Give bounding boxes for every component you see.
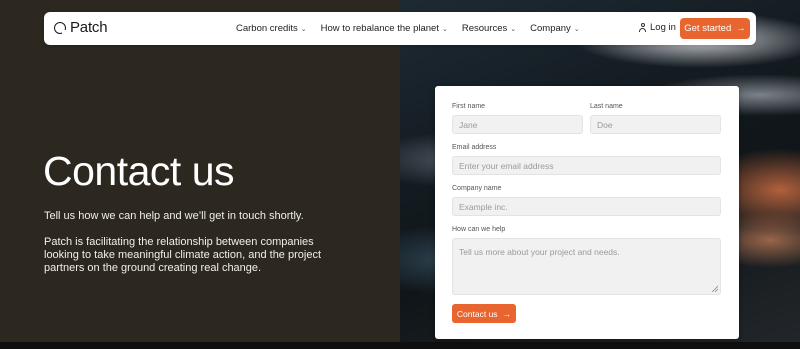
hero-description: Patch is facilitating the relationship b…: [44, 236, 321, 274]
chevron-down-icon: ⌄: [300, 25, 307, 33]
get-started-label: Get started: [684, 23, 732, 34]
brand-name: Patch: [70, 19, 108, 36]
user-icon: [638, 23, 647, 32]
company-field[interactable]: Example inc.: [452, 197, 721, 216]
email-field[interactable]: Enter your email address: [452, 156, 721, 175]
patch-logo-icon: [54, 21, 67, 35]
menu-item-carbon-credits[interactable]: Carbon credits ⌄: [236, 23, 307, 34]
menu-item-resources[interactable]: Resources ⌄: [462, 23, 516, 34]
help-label: How can we help: [452, 226, 506, 233]
page-bottom-edge: [0, 342, 800, 349]
first-name-placeholder: Jane: [459, 119, 478, 130]
last-name-placeholder: Doe: [597, 119, 613, 130]
first-name-label: First name: [452, 103, 486, 110]
help-placeholder: Tell us more about your project and need…: [459, 247, 620, 257]
hero-subtitle: Tell us how we can help and we’ll get in…: [44, 210, 304, 222]
menu-item-label: Resources: [461, 23, 508, 34]
last-name-field[interactable]: Doe: [590, 115, 721, 134]
brand-logo[interactable]: Patch: [54, 19, 108, 36]
chevron-down-icon: ⌄: [441, 25, 448, 33]
arrow-right-icon: →: [736, 23, 746, 34]
menu-item-label: Company: [530, 23, 571, 34]
last-name-label: Last name: [590, 103, 623, 110]
page-title: Contact us: [43, 148, 235, 194]
menu-item-label: How to rebalance the planet: [320, 23, 439, 34]
help-textarea[interactable]: Tell us more about your project and need…: [452, 238, 721, 295]
company-label: Company name: [452, 185, 502, 192]
menu-item-label: Carbon credits: [236, 23, 298, 34]
login-link[interactable]: Log in: [638, 22, 676, 33]
top-navigation: Patch Carbon credits ⌄ How to rebalance …: [44, 12, 756, 45]
resize-handle-icon[interactable]: [711, 285, 718, 292]
company-placeholder: Example inc.: [459, 201, 508, 212]
get-started-button[interactable]: Get started →: [680, 18, 750, 39]
menu-item-company[interactable]: Company ⌄: [530, 23, 580, 34]
contact-form: First name Jane Last name Doe Email addr…: [435, 86, 739, 339]
main-menu: Carbon credits ⌄ How to rebalance the pl…: [236, 12, 580, 45]
arrow-right-icon: →: [502, 308, 512, 319]
login-label: Log in: [650, 22, 676, 33]
chevron-down-icon: ⌄: [510, 25, 517, 33]
contact-us-button[interactable]: Contact us →: [452, 304, 516, 323]
chevron-down-icon: ⌄: [573, 25, 580, 33]
menu-item-rebalance[interactable]: How to rebalance the planet ⌄: [321, 23, 448, 34]
first-name-field[interactable]: Jane: [452, 115, 583, 134]
email-label: Email address: [452, 144, 497, 151]
email-placeholder: Enter your email address: [459, 160, 554, 171]
contact-us-label: Contact us: [456, 308, 498, 319]
